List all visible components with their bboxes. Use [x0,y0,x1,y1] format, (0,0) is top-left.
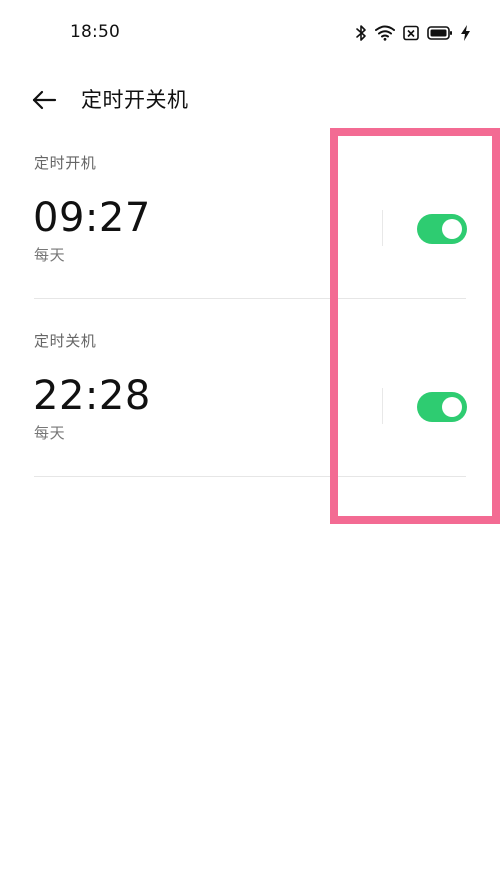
schedule-power-off-section: 定时关机 22:28 每天 [0,318,500,478]
toggle-knob [442,397,462,417]
wifi-icon [375,25,395,41]
status-time: 18:50 [70,22,120,42]
schedule-power-on-section: 定时开机 09:27 每天 [0,140,500,300]
charging-icon [461,25,470,41]
section-divider [34,298,466,299]
status-icons [355,22,470,44]
header: 定时开关机 [0,72,500,128]
power-on-toggle[interactable] [417,214,467,244]
power-on-time-row[interactable]: 09:27 每天 [0,180,500,280]
arrow-left-icon[interactable] [30,86,58,114]
page-title: 定时开关机 [81,88,189,112]
toggle-knob [442,219,462,239]
battery-icon [427,25,453,41]
power-off-repeat: 每天 [34,424,66,442]
section-divider [34,476,466,477]
power-off-time-row[interactable]: 22:28 每天 [0,358,500,458]
section-label-power-on: 定时开机 [34,154,97,172]
power-on-repeat: 每天 [34,246,66,264]
vertical-divider [382,210,383,246]
power-off-time: 22:28 [33,373,151,419]
sim-off-icon [403,25,419,41]
power-off-toggle[interactable] [417,392,467,422]
power-on-time: 09:27 [33,195,151,241]
bluetooth-icon [355,24,367,42]
vertical-divider [382,388,383,424]
section-label-power-off: 定时关机 [34,332,97,350]
status-bar: 18:50 [0,0,500,66]
